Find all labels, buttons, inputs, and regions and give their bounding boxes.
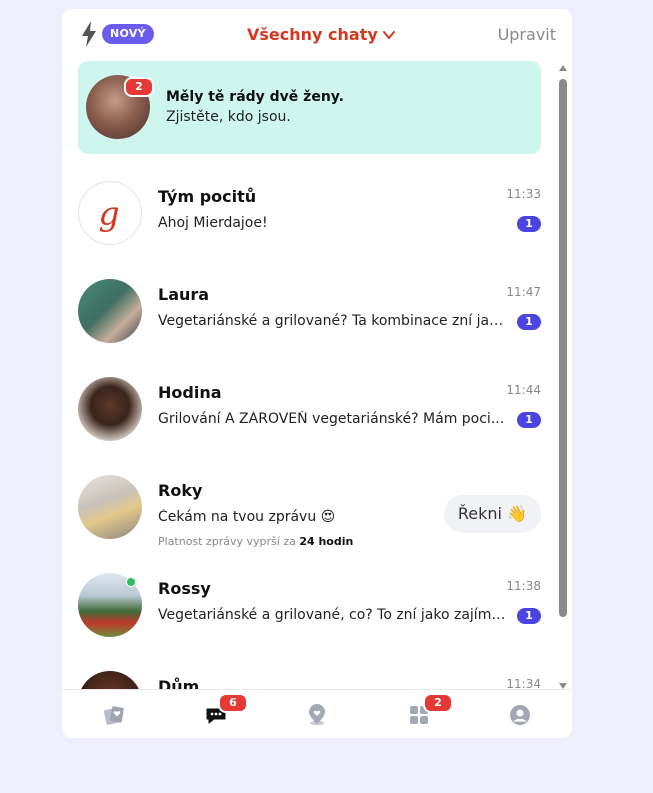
message-expiry-note: Platnost zprávy vyprší za 24 hodin xyxy=(158,535,353,548)
scrollbar[interactable] xyxy=(558,65,568,689)
promo-subtitle: Zjistěte, kdo jsou. xyxy=(166,109,291,125)
unread-count-badge: 1 xyxy=(517,412,541,428)
chat-last-message: Čekám na tvou zprávu 😍 xyxy=(158,509,336,525)
expiry-value: 24 hodin xyxy=(299,535,354,548)
chat-name: Hodina xyxy=(158,383,222,402)
unread-count-badge: 1 xyxy=(517,608,541,624)
app-logo-icon: g xyxy=(98,194,119,233)
chat-name: Tým pocitů xyxy=(158,187,257,206)
unread-count-badge: 1 xyxy=(517,314,541,330)
chat-time: 11:38 xyxy=(506,579,541,593)
chevron-down-icon xyxy=(382,31,395,39)
chat-time: 11:33 xyxy=(506,187,541,201)
scroll-up-arrow[interactable] xyxy=(559,65,567,71)
expiry-prefix: Platnost zprávy vyprší za xyxy=(158,535,296,548)
chat-time: 11:44 xyxy=(506,383,541,397)
chat-name: Roky xyxy=(158,481,203,500)
chat-last-message: Vegetariánské a grilované, co? To zní ja… xyxy=(158,607,508,623)
profile-icon xyxy=(510,704,530,725)
svg-text:g: g xyxy=(98,194,119,233)
filter-label: Všechny chaty xyxy=(247,25,378,44)
chat-row[interactable]: Laura Vegetariánské a grilované? Ta komb… xyxy=(62,269,557,367)
avatar xyxy=(78,475,142,539)
likes-promo-card[interactable]: 2 Měly tě rády dvě ženy. Zjistěte, kdo j… xyxy=(78,61,541,154)
avatar xyxy=(78,671,142,689)
header: NOVÝ Všechny chaty Upravit xyxy=(62,9,572,59)
say-hi-button[interactable]: Řekni 👋 xyxy=(443,495,541,533)
nav-profile[interactable] xyxy=(490,690,550,738)
chat-last-message: Ahoj Mierdajoe! xyxy=(158,215,268,231)
chat-row[interactable]: Roky Čekám na tvou zprávu 😍 Platnost zpr… xyxy=(62,465,557,563)
edit-button[interactable]: Upravit xyxy=(498,24,556,46)
discover-badge: 2 xyxy=(423,693,453,713)
chat-row[interactable]: Hodina Grilování A ZÁROVEŇ vegetariánské… xyxy=(62,367,557,465)
chat-list[interactable]: 2 Měly tě rády dvě ženy. Zjistěte, kdo j… xyxy=(62,59,572,689)
map-pin-heart-icon xyxy=(309,703,325,725)
chat-name: Dům xyxy=(158,677,200,689)
chats-badge: 6 xyxy=(218,693,248,713)
chat-time: 11:47 xyxy=(506,285,541,299)
nav-map[interactable] xyxy=(287,690,347,738)
promo-title: Měly tě rády dvě ženy. xyxy=(166,89,344,105)
chat-time: 11:34 xyxy=(506,677,541,689)
likes-count-badge: 2 xyxy=(124,77,154,97)
scrollbar-thumb[interactable] xyxy=(559,79,567,617)
nav-discover[interactable]: 2 xyxy=(389,690,453,738)
app-window: NOVÝ Všechny chaty Upravit 2 Měly tě rád… xyxy=(62,9,572,738)
chat-last-message: Vegetariánské a grilované? Ta kombinace … xyxy=(158,313,508,329)
nav-chats[interactable]: 6 xyxy=(186,690,248,738)
new-badge[interactable]: NOVÝ xyxy=(102,24,154,44)
avatar xyxy=(78,279,142,343)
online-indicator xyxy=(126,577,136,587)
chat-row[interactable]: Dům 11:34 xyxy=(62,661,557,689)
chat-last-message: Grilování A ZÁROVEŇ vegetariánské? Mám p… xyxy=(158,411,505,427)
chat-row[interactable]: g Tým pocitů Ahoj Mierdajoe! 11:33 1 xyxy=(62,171,557,269)
cards-icon xyxy=(104,705,124,725)
avatar xyxy=(78,377,142,441)
unread-count-badge: 1 xyxy=(517,216,541,232)
chat-name: Rossy xyxy=(158,579,211,598)
chat-name: Laura xyxy=(158,285,210,304)
chat-filter-dropdown[interactable]: Všechny chaty xyxy=(247,24,396,46)
avatar: g xyxy=(78,181,142,245)
bolt-icon[interactable] xyxy=(80,21,98,47)
chat-row[interactable]: Rossy Vegetariánské a grilované, co? To … xyxy=(62,563,557,661)
nav-cards[interactable] xyxy=(84,690,144,738)
bottom-nav: 6 2 xyxy=(62,689,572,738)
